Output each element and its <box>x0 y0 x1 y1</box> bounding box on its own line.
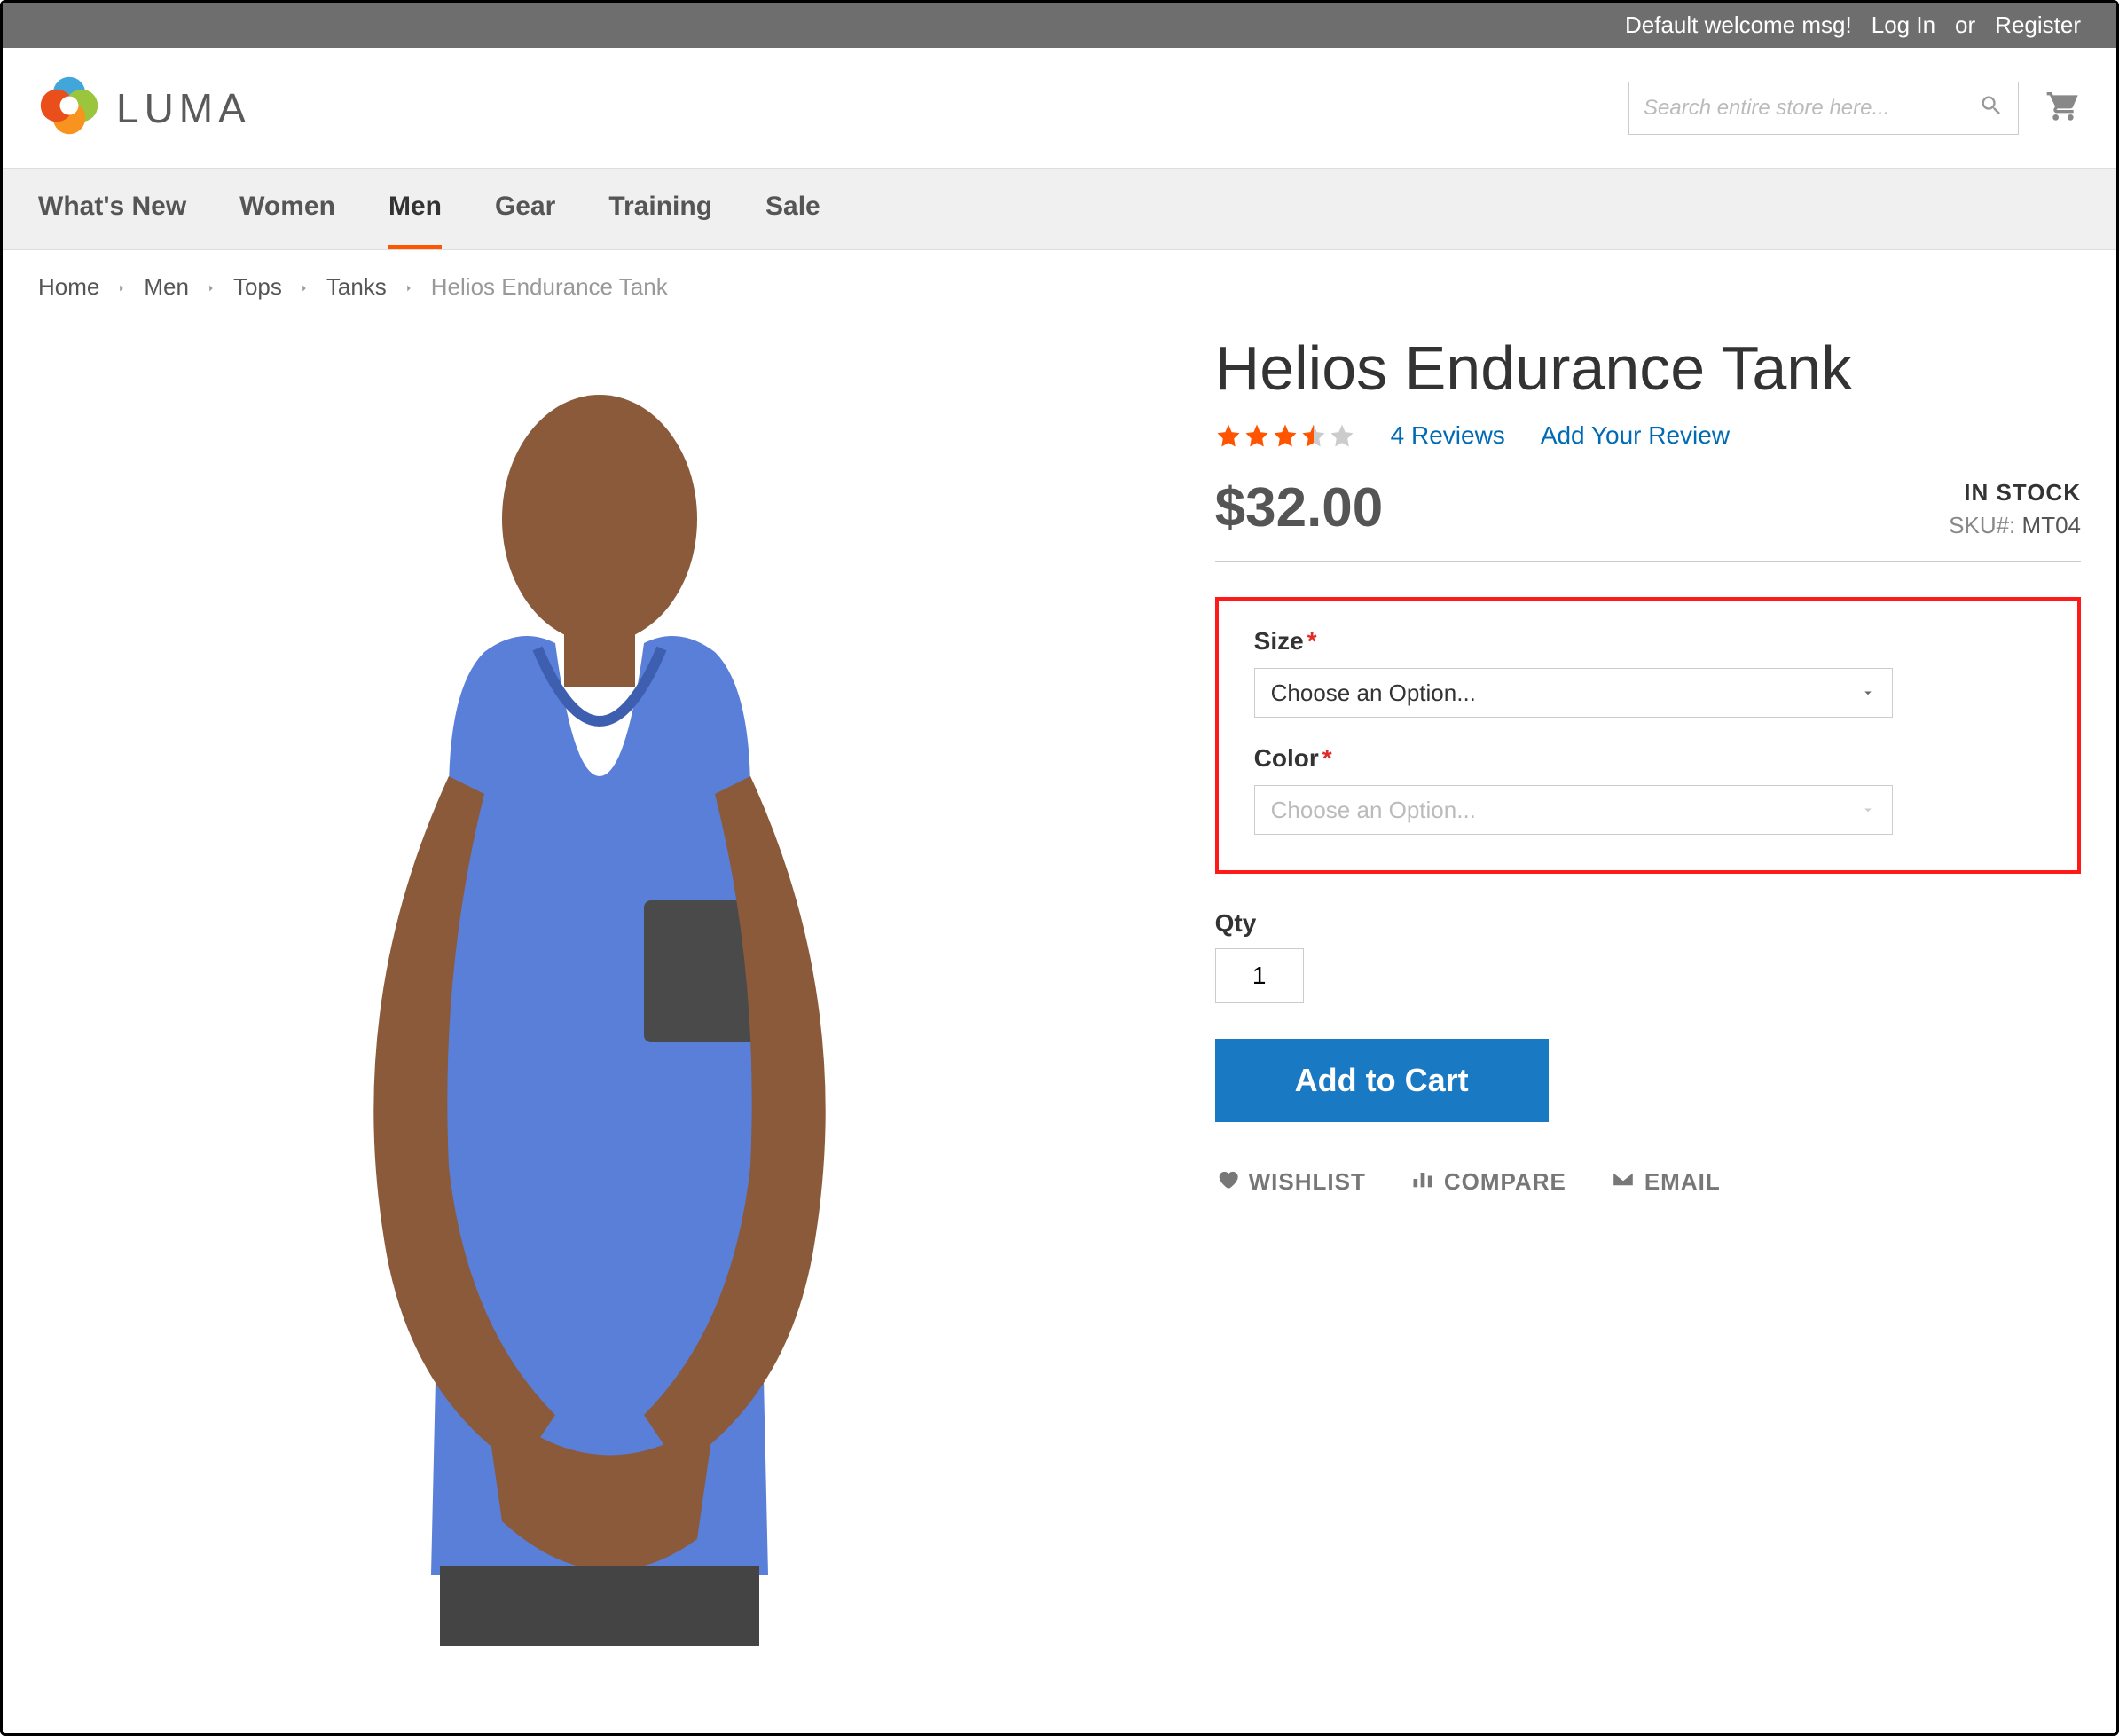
nav-training[interactable]: Training <box>608 169 712 249</box>
search-box[interactable] <box>1628 82 2019 135</box>
chevron-right-icon <box>205 273 217 301</box>
nav-women[interactable]: Women <box>239 169 335 249</box>
chevron-right-icon <box>298 273 310 301</box>
product-page: Helios Endurance Tank 4 Reviews Add Your… <box>3 324 2116 1646</box>
product-title: Helios Endurance Tank <box>1215 333 2081 404</box>
welcome-msg: Default welcome msg! <box>1625 12 1852 39</box>
product-gallery <box>38 324 1162 1646</box>
crumb-current: Helios Endurance Tank <box>431 273 668 301</box>
compare-link[interactable]: COMPARE <box>1410 1166 1566 1198</box>
product-image[interactable] <box>218 333 981 1646</box>
search-input[interactable] <box>1644 96 1979 121</box>
search-icon[interactable] <box>1979 93 2004 122</box>
configurable-options-highlight: Size* Choose an Option... Color* Choose … <box>1215 597 2081 874</box>
register-link[interactable]: Register <box>1995 12 2081 39</box>
rating-stars <box>1215 422 1355 449</box>
crumb-men[interactable]: Men <box>144 273 189 301</box>
product-price: $32.00 <box>1215 476 1384 539</box>
crumb-tanks[interactable]: Tanks <box>326 273 387 301</box>
qty-input[interactable] <box>1215 948 1304 1003</box>
color-placeholder: Choose an Option... <box>1271 797 1476 824</box>
cart-icon[interactable] <box>2045 88 2081 128</box>
login-link[interactable]: Log In <box>1872 12 1935 39</box>
product-info: Helios Endurance Tank 4 Reviews Add Your… <box>1215 324 2081 1646</box>
nav-whats-new[interactable]: What's New <box>38 169 186 249</box>
chevron-down-icon <box>1860 797 1876 824</box>
heart-icon <box>1215 1166 1240 1198</box>
or-text: or <box>1955 12 1975 39</box>
size-select[interactable]: Choose an Option... <box>1254 668 1893 718</box>
reviews-row: 4 Reviews Add Your Review <box>1215 421 2081 450</box>
stock-status: IN STOCK <box>1949 479 2081 507</box>
breadcrumb: Home Men Tops Tanks Helios Endurance Tan… <box>3 250 2116 324</box>
nav-gear[interactable]: Gear <box>495 169 555 249</box>
bar-chart-icon <box>1410 1166 1435 1198</box>
wishlist-link[interactable]: WISHLIST <box>1215 1166 1366 1198</box>
crumb-home[interactable]: Home <box>38 273 99 301</box>
color-select[interactable]: Choose an Option... <box>1254 785 1893 835</box>
main-nav: What's New Women Men Gear Training Sale <box>3 168 2116 250</box>
header: LUMA <box>3 48 2116 168</box>
size-label: Size* <box>1254 627 2042 656</box>
logo-icon <box>38 75 100 141</box>
logo[interactable]: LUMA <box>38 75 251 141</box>
brand-text: LUMA <box>116 84 251 132</box>
nav-men[interactable]: Men <box>388 169 442 249</box>
sku-label: SKU#: <box>1949 512 2015 538</box>
chevron-down-icon <box>1860 679 1876 707</box>
qty-label: Qty <box>1215 909 2081 938</box>
chevron-right-icon <box>115 273 128 301</box>
crumb-tops[interactable]: Tops <box>233 273 282 301</box>
reviews-link[interactable]: 4 Reviews <box>1391 421 1505 450</box>
add-review-link[interactable]: Add Your Review <box>1541 421 1730 450</box>
chevron-right-icon <box>403 273 415 301</box>
add-to-cart-button[interactable]: Add to Cart <box>1215 1039 1549 1122</box>
email-link[interactable]: EMAIL <box>1611 1166 1721 1198</box>
nav-sale[interactable]: Sale <box>765 169 820 249</box>
size-placeholder: Choose an Option... <box>1271 679 1476 707</box>
util-bar: Default welcome msg! Log In or Register <box>3 3 2116 48</box>
color-label: Color* <box>1254 744 2042 773</box>
mail-icon <box>1611 1166 1636 1198</box>
sku-value: MT04 <box>2022 512 2081 538</box>
